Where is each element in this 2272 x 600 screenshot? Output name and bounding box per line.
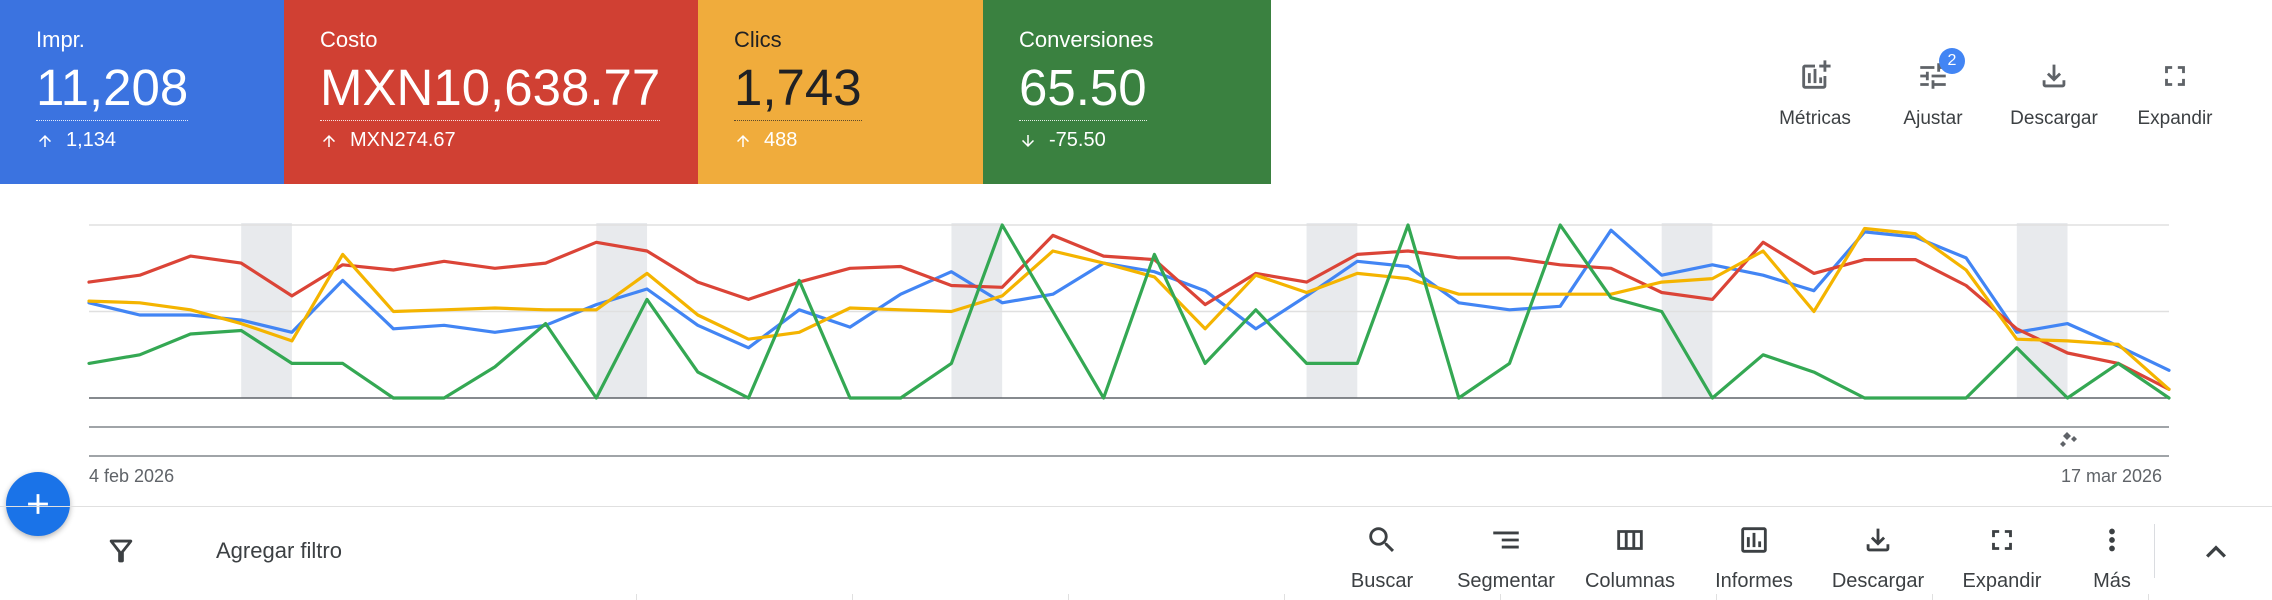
metric-value: 65.50 bbox=[1019, 58, 1147, 121]
segment-label: Segmentar bbox=[1457, 570, 1555, 592]
metric-card-impressions[interactable]: Impr. 11,208 1,134 bbox=[0, 0, 284, 184]
filter-icon[interactable] bbox=[104, 534, 138, 568]
chart-toolbar: Métricas 2 Ajustar Descargar Expandir bbox=[1756, 48, 2234, 130]
columns-icon bbox=[1617, 530, 1643, 550]
plus-icon bbox=[28, 494, 48, 514]
add-chart-icon bbox=[1802, 60, 1831, 89]
series-line-0 bbox=[87, 228, 2171, 372]
arrow-up-icon bbox=[39, 134, 51, 147]
chart-start-date: 4 feb 2026 bbox=[89, 466, 175, 486]
metric-delta: 488 bbox=[734, 129, 983, 152]
columns-label: Columnas bbox=[1584, 570, 1676, 592]
expand-table-button[interactable]: Expandir bbox=[1940, 520, 2064, 593]
expand-label: Expandir bbox=[2137, 108, 2213, 129]
toolbar-separator bbox=[2154, 524, 2155, 578]
search-button[interactable]: Buscar bbox=[1320, 520, 1444, 593]
series-line-2 bbox=[87, 226, 2171, 391]
metric-value: 1,743 bbox=[734, 58, 862, 121]
search-label: Buscar bbox=[1350, 570, 1414, 592]
more-label: Más bbox=[2093, 570, 2131, 592]
metrics-label: Métricas bbox=[1779, 108, 1851, 129]
expand-chart-button[interactable]: Expandir bbox=[2116, 56, 2234, 130]
chart-end-date: 17 mar 2026 bbox=[2061, 466, 2163, 486]
download-table-button[interactable]: Descargar bbox=[1816, 520, 1940, 593]
adjust-button[interactable]: 2 Ajustar bbox=[1874, 48, 1992, 130]
metric-label: Impr. bbox=[36, 27, 85, 52]
search-icon bbox=[1369, 527, 1395, 553]
metric-value: MXN10,638.77 bbox=[320, 58, 661, 121]
sparkle-icon bbox=[2060, 432, 2077, 447]
add-filter-link[interactable]: Agregar filtro bbox=[216, 538, 342, 564]
metrics-button[interactable]: Métricas bbox=[1756, 56, 1874, 130]
more-button[interactable]: Más bbox=[2064, 520, 2160, 593]
metric-delta: -75.50 bbox=[1019, 129, 1271, 152]
arrow-up-icon bbox=[737, 134, 749, 147]
download-icon bbox=[2042, 64, 2066, 88]
reports-label: Informes bbox=[1715, 570, 1793, 592]
download-chart-button[interactable]: Descargar bbox=[1992, 56, 2116, 130]
adjust-label: Ajustar bbox=[1903, 108, 1963, 129]
metric-delta-value: -75.50 bbox=[1049, 129, 1106, 151]
metric-value: 11,208 bbox=[36, 58, 189, 121]
weekend-band bbox=[1306, 223, 1358, 398]
fullscreen-icon bbox=[2165, 66, 2185, 86]
columns-button[interactable]: Columnas bbox=[1568, 520, 1692, 593]
segment-button[interactable]: Segmentar bbox=[1444, 520, 1568, 593]
table-column-tick bbox=[1716, 594, 1717, 600]
download-label: Descargar bbox=[2010, 108, 2098, 129]
add-button[interactable] bbox=[6, 472, 70, 536]
toolbar-divider bbox=[0, 506, 2272, 507]
adjust-badge: 2 bbox=[1939, 48, 1965, 74]
metric-card-cost[interactable]: Costo MXN10,638.77 MXN274.67 bbox=[284, 0, 698, 184]
performance-line-chart bbox=[87, 223, 2171, 457]
metric-delta-value: 488 bbox=[764, 129, 798, 151]
metric-cards: Impr. 11,208 1,134 Costo MXN10,638.77 MX… bbox=[0, 0, 1271, 184]
table-column-tick bbox=[1068, 594, 1069, 600]
table-toolbar: Buscar Segmentar Columnas Informes Desca… bbox=[1320, 520, 2160, 593]
table-column-tick bbox=[1284, 594, 1285, 600]
expand-table-label: Expandir bbox=[1962, 570, 2042, 592]
arrow-down-icon bbox=[1022, 134, 1034, 147]
metric-label: Clics bbox=[734, 27, 782, 52]
table-column-tick bbox=[1932, 594, 1933, 600]
arrow-up-icon bbox=[323, 134, 335, 147]
metric-label: Costo bbox=[320, 27, 378, 52]
table-column-tick bbox=[1500, 594, 1501, 600]
fullscreen-icon bbox=[1992, 530, 2012, 550]
metric-delta: 1,134 bbox=[36, 129, 284, 152]
metric-card-clicks[interactable]: Clics 1,743 488 bbox=[698, 0, 983, 184]
table-column-tick bbox=[2148, 594, 2149, 600]
download-table-label: Descargar bbox=[1831, 570, 1925, 592]
reports-icon bbox=[1741, 527, 1767, 553]
download-icon bbox=[1866, 528, 1890, 552]
segment-icon bbox=[1493, 531, 1519, 549]
table-column-tick bbox=[636, 594, 637, 600]
metric-card-conversions[interactable]: Conversiones 65.50 -75.50 bbox=[983, 0, 1271, 184]
weekend-band bbox=[1661, 223, 1713, 398]
weekend-band bbox=[241, 223, 292, 398]
metric-delta-value: MXN274.67 bbox=[350, 129, 456, 151]
metric-label: Conversiones bbox=[1019, 27, 1154, 52]
metric-delta: MXN274.67 bbox=[320, 129, 698, 152]
metric-delta-value: 1,134 bbox=[66, 129, 117, 151]
collapse-chevron-icon[interactable] bbox=[2196, 532, 2236, 572]
more-vert-icon bbox=[2109, 528, 2115, 552]
table-column-tick bbox=[852, 594, 853, 600]
reports-button[interactable]: Informes bbox=[1692, 520, 1816, 593]
